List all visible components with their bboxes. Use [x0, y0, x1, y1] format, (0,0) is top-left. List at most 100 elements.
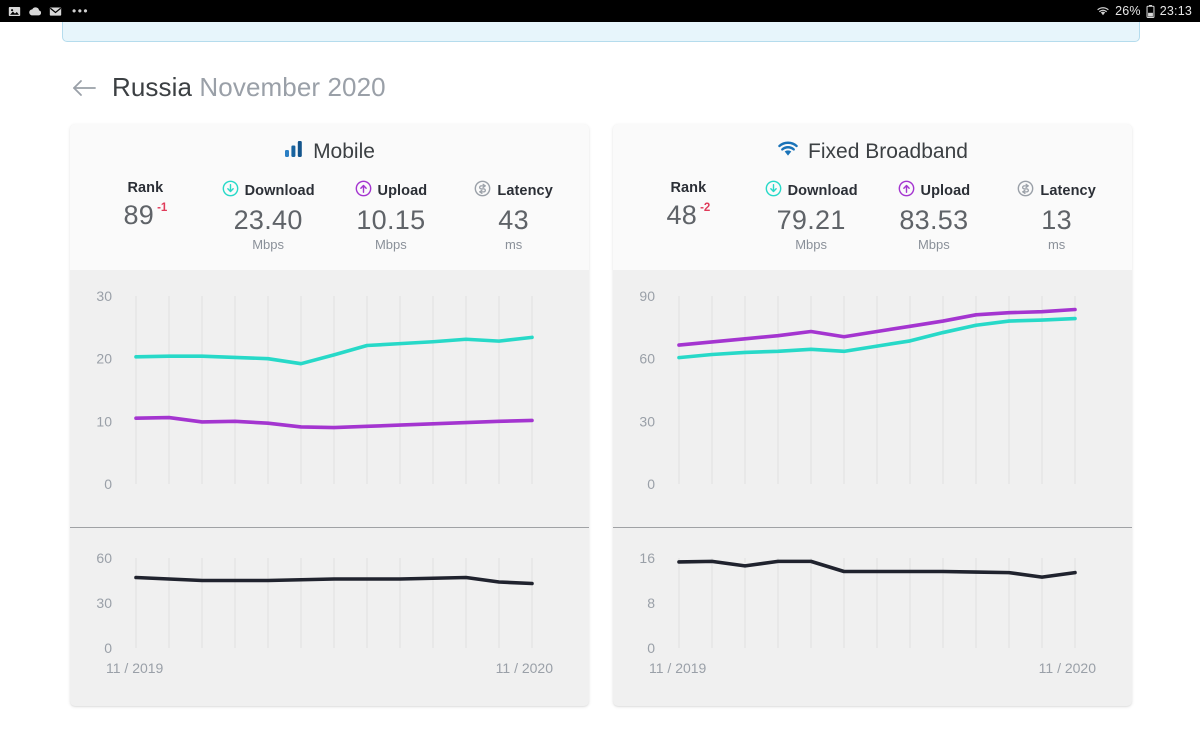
card-mobile-title-row: Mobile	[70, 140, 589, 164]
chart-mobile-latency-svg: 0 30 60 11 / 2019 11 / 2020	[96, 550, 554, 676]
download-icon	[765, 180, 782, 201]
page-title-country: Russia	[112, 72, 193, 102]
download-icon	[222, 180, 239, 201]
metric-download-unit: Mbps	[252, 237, 285, 253]
battery-icon	[1146, 4, 1155, 18]
y-axis-tick-label: 60	[639, 351, 655, 367]
chart-mobile-latency: 0 30 60 11 / 2019 11 / 2020	[70, 528, 589, 706]
card-mobile-header: Mobile Rank 89 -1 Download 23.40 Mbps Up…	[70, 124, 589, 271]
metric-download-value-row: 23.40	[234, 205, 303, 236]
metric-download: Download 79.21 Mbps	[750, 180, 873, 252]
metric-upload-label-row: Upload	[355, 180, 428, 201]
metric-rank: Rank 48 -2	[627, 180, 750, 232]
card-mobile-metrics: Rank 89 -1 Download 23.40 Mbps Upload 10…	[70, 180, 589, 252]
cards-container: Mobile Rank 89 -1 Download 23.40 Mbps Up…	[70, 124, 1132, 707]
wifi-icon	[777, 140, 799, 164]
metric-download-label: Download	[787, 182, 858, 199]
metric-latency-label: Latency	[497, 182, 553, 199]
clock-label: 23:13	[1159, 4, 1192, 18]
chart-broadband-speed: 0 30 60 90	[613, 270, 1132, 527]
metric-latency-value-row: 43	[498, 205, 529, 236]
metric-upload-label-row: Upload	[898, 180, 971, 201]
metric-upload-unit: Mbps	[917, 237, 950, 253]
chart-mobile-speed: 0 10 20 30	[70, 270, 589, 527]
latency-icon	[474, 180, 491, 201]
signal-bars-icon	[284, 140, 304, 164]
broadband-latency-yticks: 0 8 16	[639, 550, 655, 656]
metric-rank-label-row: Rank	[670, 180, 706, 196]
metric-download-label-row: Download	[765, 180, 858, 201]
metric-upload-value: 10.15	[356, 205, 426, 235]
metric-latency-value: 13	[1041, 205, 1072, 235]
back-arrow-icon	[73, 79, 96, 96]
mobile-latency-x-end: 11 / 2020	[496, 660, 554, 676]
metric-upload-value: 83.53	[899, 205, 969, 235]
chart-broadband-latency-svg: 0 8 16 11 / 2019 11 / 2020	[639, 550, 1096, 676]
metric-rank-label-row: Rank	[127, 180, 163, 196]
metric-upload-unit: Mbps	[374, 237, 407, 253]
y-axis-tick-label: 0	[647, 640, 655, 656]
wifi-icon	[1096, 5, 1110, 17]
metric-rank-value: 48	[666, 200, 698, 230]
status-bar-notification-icons: •••	[8, 4, 89, 18]
y-axis-tick-label: 90	[639, 288, 655, 304]
metric-download-value: 23.40	[233, 205, 303, 235]
card-fixed-broadband-title: Fixed Broadband	[808, 140, 968, 163]
broadband-speed-gridlines	[678, 296, 1076, 485]
metric-upload: Upload 10.15 Mbps	[330, 180, 453, 252]
cloud-icon	[28, 5, 42, 18]
mobile-speed-gridlines	[135, 296, 533, 485]
mobile-latency-x-start: 11 / 2019	[106, 660, 164, 676]
metric-download-label: Download	[244, 182, 315, 199]
card-fixed-broadband-metrics: Rank 48 -2 Download 79.21 Mbps Upload 83…	[613, 180, 1132, 252]
card-mobile-title: Mobile	[313, 140, 375, 163]
metric-latency-unit: ms	[1047, 237, 1066, 253]
card-fixed-broadband-header: Fixed Broadband Rank 48 -2 Download 79.2…	[613, 124, 1132, 271]
metric-download-value-row: 79.21	[777, 205, 846, 236]
y-axis-tick-label: 0	[104, 476, 112, 492]
metric-latency-unit: ms	[504, 237, 523, 253]
page-title-period: November 2020	[199, 72, 386, 102]
metric-download-unit: Mbps	[795, 237, 828, 253]
android-status-bar: ••• 26% 23:13	[0, 0, 1200, 22]
y-axis-tick-label: 30	[96, 288, 112, 304]
metric-latency: Latency 13 ms	[995, 180, 1118, 252]
mail-icon	[49, 5, 62, 18]
upload-icon	[355, 180, 372, 201]
mobile-speed-yticks: 0 10 20 30	[96, 288, 112, 492]
chart-broadband-latency: 0 8 16 11 / 2019 11 / 2020	[613, 528, 1132, 706]
metric-rank-value-row: 48 -2	[666, 200, 710, 231]
y-axis-tick-label: 0	[104, 640, 112, 656]
metric-rank-label: Rank	[127, 180, 164, 196]
metric-rank-delta: -2	[700, 202, 711, 214]
metric-upload-label: Upload	[377, 182, 428, 199]
status-bar-overflow-dots: •••	[72, 4, 90, 18]
latency-icon	[1017, 180, 1034, 201]
metric-latency: Latency 43 ms	[452, 180, 575, 252]
metric-rank-value: 89	[123, 200, 155, 230]
back-button[interactable]	[70, 74, 98, 102]
metric-download-value: 79.21	[776, 205, 846, 235]
y-axis-tick-label: 30	[639, 413, 655, 429]
chart-mobile-speed-svg: 0 10 20 30	[96, 288, 534, 492]
mobile-latency-yticks: 0 30 60	[96, 550, 112, 656]
y-axis-tick-label: 16	[639, 550, 655, 566]
image-icon	[8, 5, 21, 18]
y-axis-tick-label: 20	[96, 351, 112, 367]
metric-upload: Upload 83.53 Mbps	[873, 180, 996, 252]
metric-rank-label: Rank	[670, 180, 707, 196]
y-axis-tick-label: 60	[96, 550, 112, 566]
metric-latency-value: 43	[498, 205, 529, 235]
metric-latency-label-row: Latency	[1017, 180, 1096, 201]
broadband-latency-x-start: 11 / 2019	[649, 660, 707, 676]
y-axis-tick-label: 0	[647, 476, 655, 492]
metric-upload-value-row: 10.15	[356, 205, 425, 236]
metric-download: Download 23.40 Mbps	[207, 180, 330, 252]
upload-icon	[898, 180, 915, 201]
status-bar-system-icons: 26% 23:13	[1096, 4, 1192, 18]
metric-rank-value-row: 89 -1	[123, 200, 167, 231]
metric-rank-delta: -1	[157, 202, 168, 214]
card-fixed-broadband: Fixed Broadband Rank 48 -2 Download 79.2…	[613, 124, 1132, 707]
metric-download-label-row: Download	[222, 180, 315, 201]
y-axis-tick-label: 30	[96, 595, 112, 611]
